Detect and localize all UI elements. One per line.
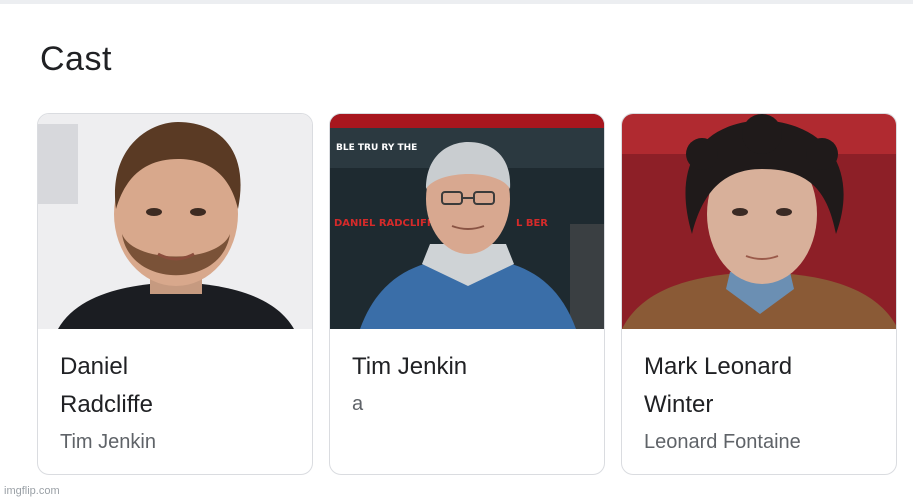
poster-text-right: L BER	[516, 218, 548, 229]
cast-panel: Cast Daniel Radcliffe Tim Jenkin BLE TRU…	[0, 0, 913, 500]
actor-name-line2: Winter	[644, 391, 714, 418]
actor-name-line1: Tim Jenkin	[352, 353, 468, 380]
actor-name-line2: Radcliffe	[60, 391, 153, 418]
character-name: Tim Jenkin	[60, 431, 156, 453]
person-photo-mark	[622, 114, 896, 329]
cast-info: Daniel Radcliffe Tim Jenkin	[38, 329, 312, 456]
cast-card-mark-leonard-winter[interactable]: Mark Leonard Winter Leonard Fontaine	[621, 113, 897, 475]
person-photo-tim: BLE TRU RY THE DANIEL RADCLIFF L BER	[330, 114, 604, 329]
poster-text-left: DANIEL RADCLIFF	[334, 218, 434, 229]
section-title: Cast	[40, 40, 112, 78]
character-name: Leonard Fontaine	[644, 431, 801, 453]
poster-text-top: BLE TRU RY THE	[336, 143, 417, 153]
cast-photo	[38, 114, 312, 329]
actor-name-line1: Daniel	[60, 353, 129, 380]
cast-photo: BLE TRU RY THE DANIEL RADCLIFF L BER	[330, 114, 604, 329]
cast-photo	[622, 114, 896, 329]
cast-card-tim-jenkin[interactable]: BLE TRU RY THE DANIEL RADCLIFF L BER Tim…	[329, 113, 605, 475]
cast-carousel: Daniel Radcliffe Tim Jenkin BLE TRU RY T…	[37, 113, 897, 475]
imgflip-watermark: imgflip.com	[4, 485, 60, 497]
character-name: a	[352, 393, 364, 415]
cast-info: Tim Jenkin a	[330, 329, 604, 418]
cast-info: Mark Leonard Winter Leonard Fontaine	[622, 329, 896, 456]
actor-name-line1: Mark Leonard	[644, 353, 793, 380]
person-photo-daniel	[38, 114, 312, 329]
cast-card-daniel-radcliffe[interactable]: Daniel Radcliffe Tim Jenkin	[37, 113, 313, 475]
top-divider	[0, 0, 913, 4]
